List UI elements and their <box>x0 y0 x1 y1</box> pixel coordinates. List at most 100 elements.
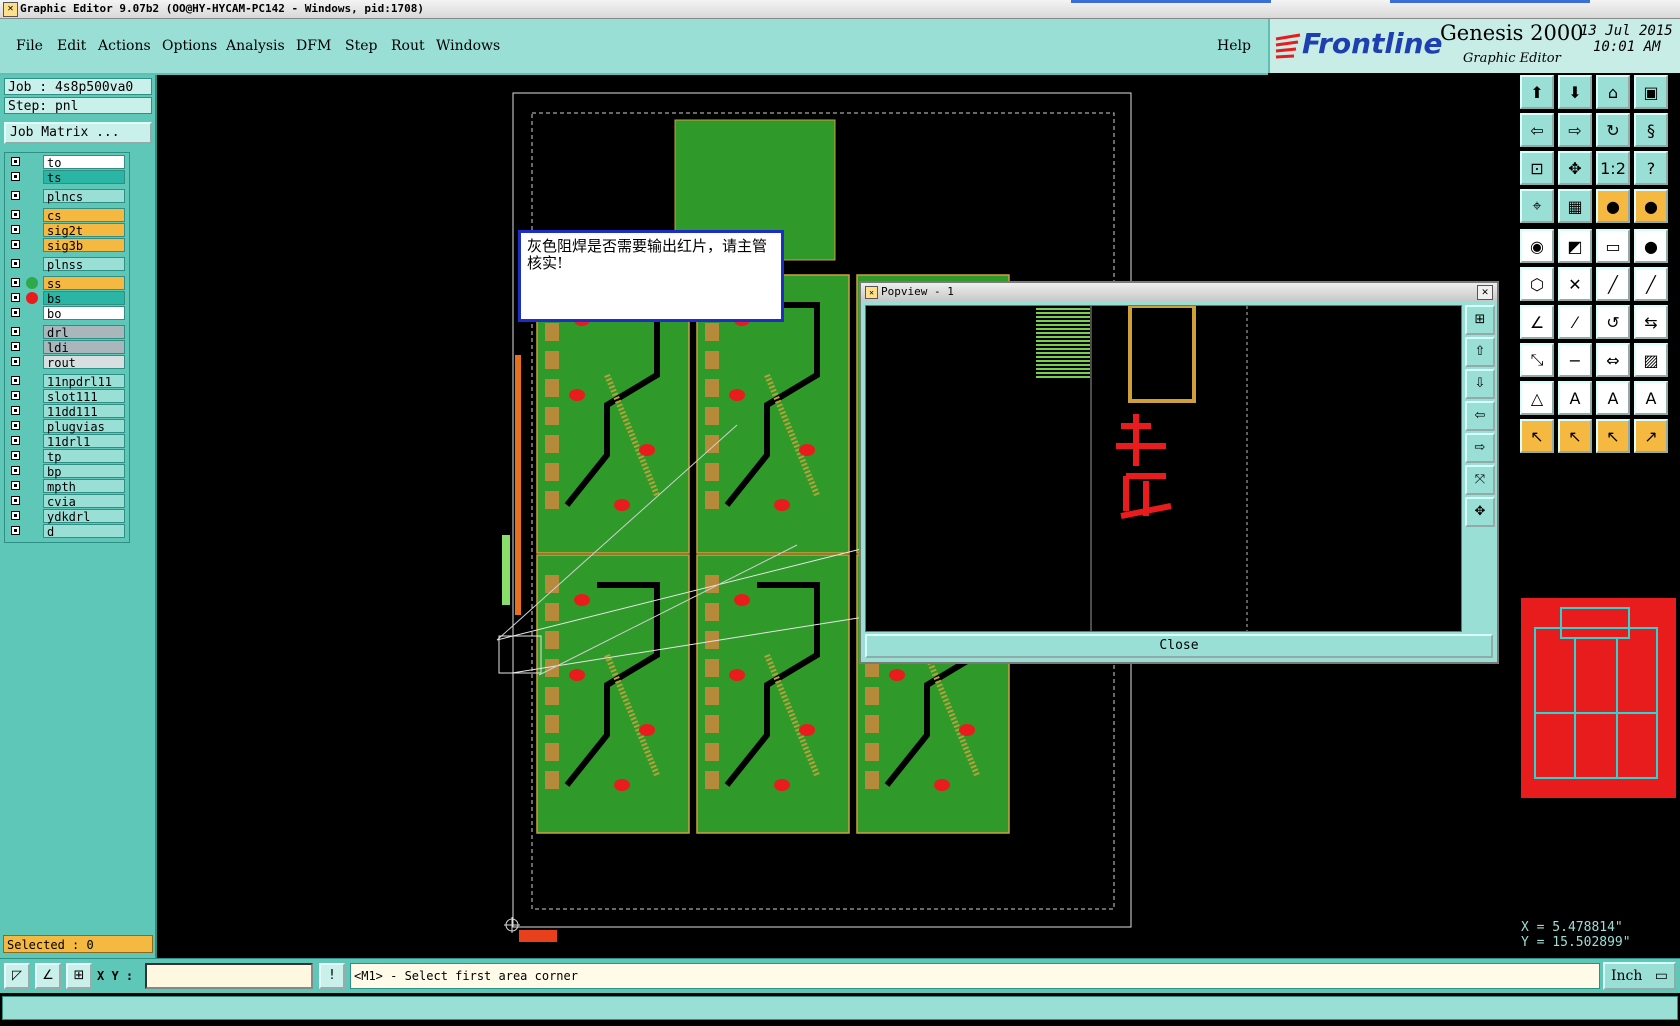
select-box-icon[interactable]: ↖ <box>1558 419 1592 453</box>
layer-checkbox[interactable] <box>11 225 20 234</box>
layer-row-ss[interactable]: ss <box>5 276 129 291</box>
layer-name[interactable]: cs <box>43 208 125 223</box>
layer-checkbox[interactable] <box>11 293 20 302</box>
select-net-icon[interactable]: ↗ <box>1634 419 1668 453</box>
text-bold-tool-icon[interactable]: A <box>1558 381 1592 415</box>
xy-input[interactable] <box>145 963 313 989</box>
layer-checkbox[interactable] <box>11 466 20 475</box>
layer-row-11npdrl11[interactable]: 11npdrl11 <box>5 374 129 389</box>
layer-row-ldi[interactable]: ldi <box>5 340 129 355</box>
layer-checkbox[interactable] <box>11 481 20 490</box>
window-zoom-icon[interactable]: ▣ <box>1634 75 1668 109</box>
layer-row-cvia[interactable]: cvia <box>5 494 129 509</box>
unit-selector[interactable]: Inch ▭ <box>1603 962 1676 990</box>
text-box-tool-icon[interactable]: A <box>1634 381 1668 415</box>
taskbar-button[interactable] <box>1071 0 1271 3</box>
layer-name[interactable]: ydkdrl <box>43 509 125 524</box>
layer-row-ts[interactable]: ts <box>5 170 129 185</box>
menu-file[interactable]: File <box>16 38 43 54</box>
help-icon[interactable]: ? <box>1634 151 1668 185</box>
alert-icon[interactable]: ! <box>319 963 345 989</box>
layer-name[interactable]: 11dd111 <box>43 404 125 419</box>
popview-canvas[interactable] <box>865 304 1462 632</box>
layer-checkbox[interactable] <box>11 308 20 317</box>
layer-name[interactable]: ss <box>43 276 125 291</box>
layer-row-drl[interactable]: drl <box>5 325 129 340</box>
layer-name[interactable]: bp <box>43 464 125 479</box>
pan-left-icon[interactable]: ⇦ <box>1520 113 1554 147</box>
layer-name[interactable]: plncs <box>43 189 125 204</box>
layer-name[interactable]: rout <box>43 355 125 370</box>
layer-compare-alt-icon[interactable]: ● <box>1634 189 1668 223</box>
job-matrix-button[interactable]: Job Matrix ... <box>4 122 152 144</box>
menu-rout[interactable]: Rout <box>391 38 425 54</box>
zoom-fit-icon[interactable]: ⊡ <box>1520 151 1554 185</box>
taskbar-button[interactable] <box>1390 0 1590 3</box>
text-tool-icon[interactable]: △ <box>1520 381 1554 415</box>
snap-angle-icon[interactable]: ∠ <box>35 963 61 989</box>
layer-name[interactable]: plugvias <box>43 419 125 434</box>
layer-checkbox[interactable] <box>11 357 20 366</box>
layer-row-plugvias[interactable]: plugvias <box>5 419 129 434</box>
layer-row-d[interactable]: d <box>5 524 129 539</box>
layer-checkbox[interactable] <box>11 342 20 351</box>
zoom-home-icon[interactable]: ⬆ <box>1520 75 1554 109</box>
stretch-tool-icon[interactable]: ⇔ <box>1596 343 1630 377</box>
layer-checkbox[interactable] <box>11 278 20 287</box>
layer-name[interactable]: 11npdrl11 <box>43 374 125 389</box>
measure-icon[interactable]: ◸ <box>4 963 30 989</box>
select-touch-icon[interactable]: ↖ <box>1596 419 1630 453</box>
fill-tool-icon[interactable]: ◩ <box>1558 229 1592 263</box>
home-icon[interactable]: ⌂ <box>1596 75 1630 109</box>
layer-row-bo[interactable]: bo <box>5 306 129 321</box>
pad-tool-icon[interactable]: ◉ <box>1520 229 1554 263</box>
layer-name[interactable]: to <box>43 155 125 170</box>
layer-display-dot[interactable] <box>26 292 38 304</box>
layer-name[interactable]: d <box>43 524 125 539</box>
snap-icon[interactable]: § <box>1634 113 1668 147</box>
layer-name[interactable]: plnss <box>43 257 125 272</box>
layer-row-rout[interactable]: rout <box>5 355 129 370</box>
line-tool-icon[interactable]: ╱ <box>1596 267 1630 301</box>
overview-navigator[interactable] <box>1521 598 1676 798</box>
layer-checkbox[interactable] <box>11 496 20 505</box>
layer-row-bp[interactable]: bp <box>5 464 129 479</box>
minus-tool-icon[interactable]: − <box>1558 343 1592 377</box>
layer-row-sig3b[interactable]: sig3b <box>5 238 129 253</box>
layer-checkbox[interactable] <box>11 191 20 200</box>
pan-right-icon[interactable]: ⇨ <box>1558 113 1592 147</box>
layer-row-tp[interactable]: tp <box>5 449 129 464</box>
layer-name[interactable]: sig3b <box>43 238 125 253</box>
layer-display-dot[interactable] <box>26 277 38 289</box>
popview-zoom-out-icon[interactable]: ⤧ <box>1465 465 1495 495</box>
layer-name[interactable]: cvia <box>43 494 125 509</box>
zoom-previous-icon[interactable]: ⬇ <box>1558 75 1592 109</box>
layer-checkbox[interactable] <box>11 421 20 430</box>
menu-windows[interactable]: Windows <box>436 38 500 54</box>
popview-close-icon[interactable]: ✕ <box>1477 285 1493 300</box>
layer-checkbox[interactable] <box>11 157 20 166</box>
layer-name[interactable]: bo <box>43 306 125 321</box>
layer-row-plnss[interactable]: plnss <box>5 257 129 272</box>
menu-options[interactable]: Options <box>162 38 217 54</box>
rotate-tool-icon[interactable]: ↺ <box>1596 305 1630 339</box>
layer-compare-icon[interactable]: ● <box>1596 189 1630 223</box>
layer-checkbox[interactable] <box>11 327 20 336</box>
popview-fit-icon[interactable]: ✥ <box>1465 497 1495 527</box>
layer-row-bs[interactable]: bs <box>5 291 129 306</box>
layer-checkbox[interactable] <box>11 406 20 415</box>
measure-icon[interactable]: ⌖ <box>1520 189 1554 223</box>
layer-name[interactable]: slot111 <box>43 389 125 404</box>
layer-checkbox[interactable] <box>11 376 20 385</box>
grid-icon[interactable]: ▦ <box>1558 189 1592 223</box>
grid-snap-icon[interactable]: ⊞ <box>66 963 92 989</box>
layer-row-to[interactable]: to <box>5 155 129 170</box>
layer-row-11dd111[interactable]: 11dd111 <box>5 404 129 419</box>
layer-name[interactable]: ts <box>43 170 125 185</box>
layer-checkbox[interactable] <box>11 210 20 219</box>
popview-pan-up-icon[interactable]: ⇧ <box>1465 337 1495 367</box>
layer-row-ydkdrl[interactable]: ydkdrl <box>5 509 129 524</box>
array-tool-icon[interactable]: ▨ <box>1634 343 1668 377</box>
layer-name[interactable]: ldi <box>43 340 125 355</box>
layer-name[interactable]: sig2t <box>43 223 125 238</box>
